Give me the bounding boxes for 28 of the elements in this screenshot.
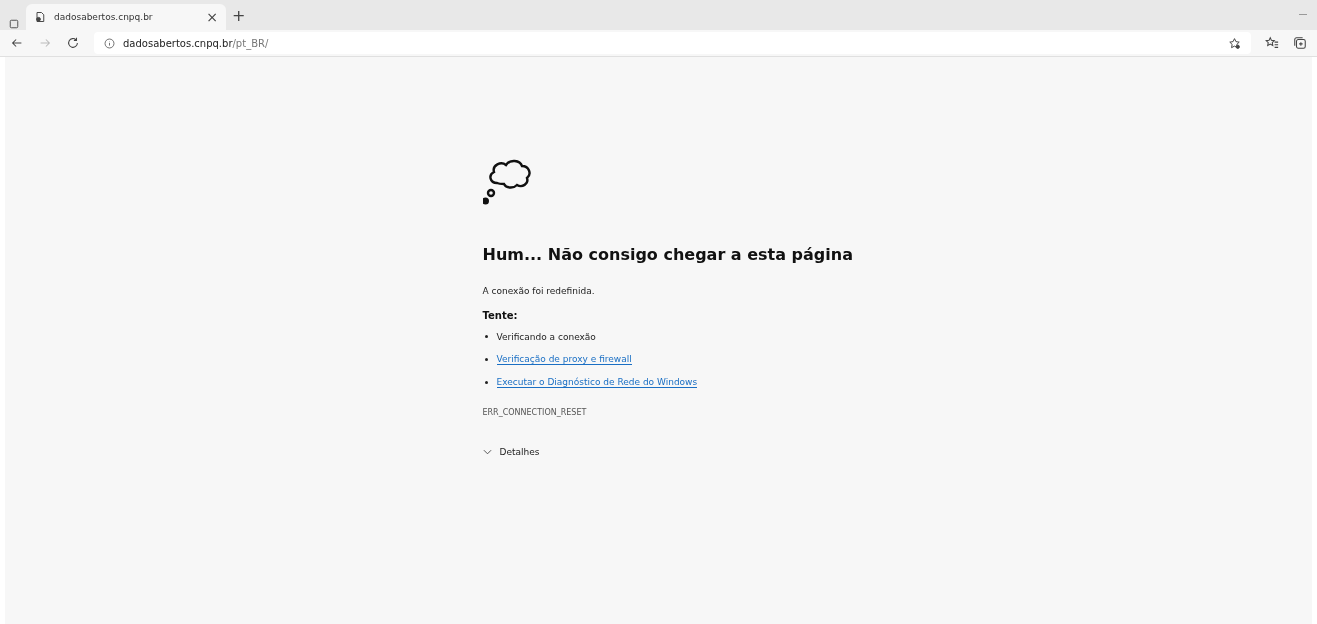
suggestion-link[interactable]: Verificação de proxy e firewall [496, 354, 632, 365]
url-path: /pt_BR/ [232, 37, 269, 49]
chevron-icon [482, 449, 492, 455]
reload-icon[interactable] [66, 36, 80, 50]
details-toggle[interactable]: Detalhes [482, 447, 540, 457]
info-icon[interactable] [104, 37, 115, 49]
browser-tab[interactable]: dadosabertos.cnpq.br × [26, 4, 226, 30]
collections-icon[interactable] [1293, 36, 1307, 50]
tab-title: dadosabertos.cnpq.br [54, 12, 154, 22]
error-message: A conexão foi redefinida. [482, 286, 595, 296]
error-heading: Hum... Não consigo chegar a esta página [482, 245, 853, 264]
url-host: dadosabertos.cnpq.br [123, 37, 233, 49]
suggestion-link[interactable]: Executar o Diagnóstico de Rede do Windows [496, 377, 698, 388]
close-tab-button[interactable]: × [206, 10, 218, 24]
error-code: ERR_CONNECTION_RESET [482, 408, 587, 417]
minimize-icon[interactable] [1299, 14, 1307, 16]
favorites-icon[interactable] [1265, 36, 1279, 50]
bullet-icon [484, 358, 488, 361]
bullet-icon [484, 335, 488, 338]
bullet-icon [484, 381, 488, 384]
address-bar[interactable]: dadosabertos.cnpq.br/pt_BR/ [94, 32, 1251, 54]
back-icon[interactable] [10, 36, 24, 50]
try-label: Tente: [482, 310, 518, 321]
add-favorite-icon[interactable] [1228, 36, 1241, 50]
suggestion-text: Verificando a conexão [496, 331, 596, 342]
tab-actions-icon[interactable] [8, 18, 20, 30]
page-icon [34, 11, 46, 23]
new-tab-button[interactable]: + [232, 8, 246, 24]
